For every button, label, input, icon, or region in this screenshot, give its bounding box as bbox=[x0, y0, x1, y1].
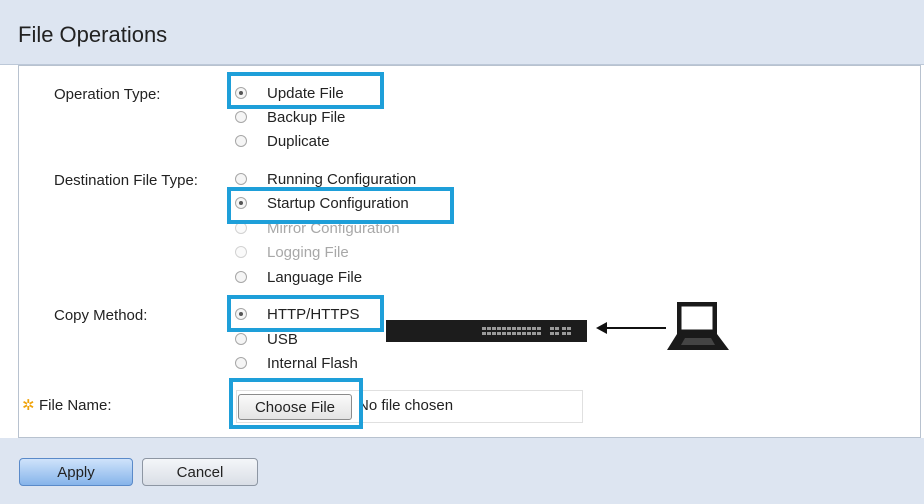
page-header: File Operations bbox=[0, 0, 924, 65]
radio-button-icon bbox=[235, 222, 247, 234]
file-status-text: No file chosen bbox=[358, 397, 454, 414]
destination-file-type-label: Destination File Type: bbox=[54, 172, 198, 189]
radio-button-icon[interactable] bbox=[235, 308, 247, 320]
file-name-label: File Name: bbox=[39, 397, 112, 414]
radio-button-icon[interactable] bbox=[235, 87, 247, 99]
radio-button-icon[interactable] bbox=[235, 135, 247, 147]
arrow-line bbox=[606, 327, 666, 329]
copy-method-label: Copy Method: bbox=[54, 307, 148, 324]
page-title: File Operations bbox=[18, 22, 168, 47]
footer-bar bbox=[0, 438, 924, 504]
required-star-icon: ✲ bbox=[22, 397, 35, 414]
radio-button-icon bbox=[235, 246, 247, 258]
cancel-button[interactable]: Cancel bbox=[142, 458, 258, 486]
radio-button-icon[interactable] bbox=[235, 197, 247, 209]
radio-button-icon[interactable] bbox=[235, 173, 247, 185]
form-panel bbox=[18, 65, 921, 438]
radio-button-icon[interactable] bbox=[235, 333, 247, 345]
network-switch-image bbox=[386, 320, 587, 342]
radio-button-icon[interactable] bbox=[235, 357, 247, 369]
laptop-icon bbox=[667, 302, 729, 350]
radio-button-icon[interactable] bbox=[235, 271, 247, 283]
choose-file-button[interactable]: Choose File bbox=[238, 394, 352, 420]
operation-type-label: Operation Type: bbox=[54, 86, 161, 103]
radio-button-icon[interactable] bbox=[235, 111, 247, 123]
apply-button[interactable]: Apply bbox=[19, 458, 133, 486]
